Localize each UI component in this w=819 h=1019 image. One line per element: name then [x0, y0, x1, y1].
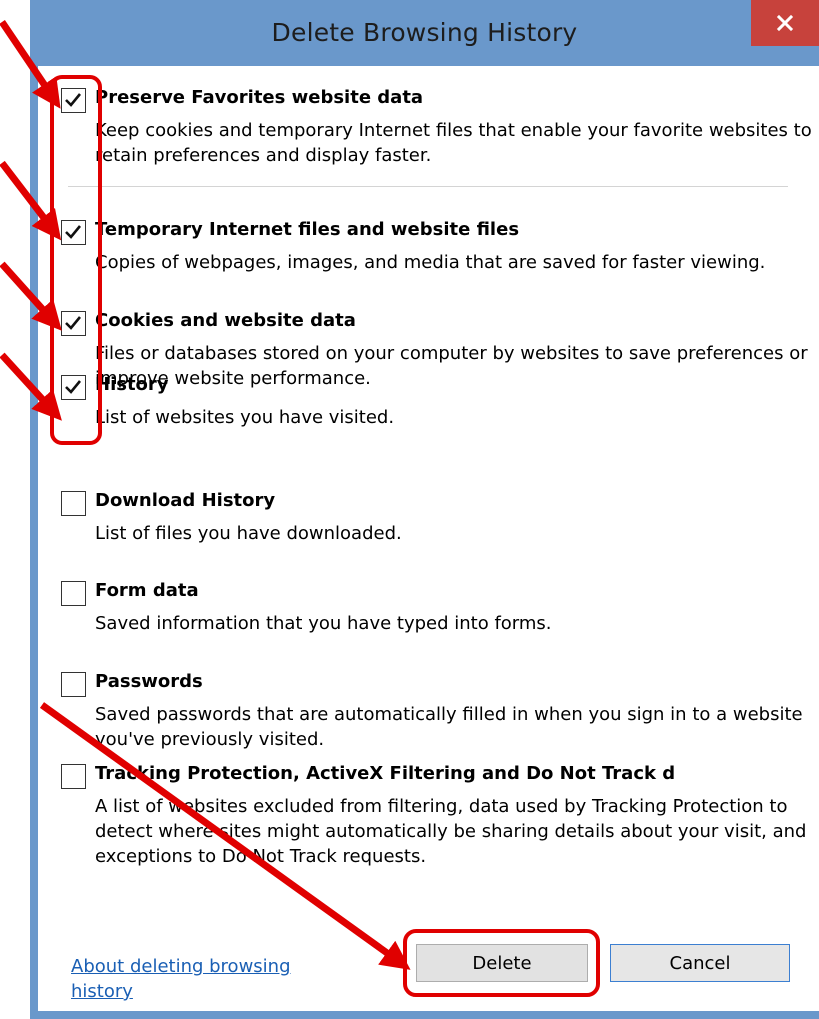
option-title: History	[95, 374, 169, 395]
option-title: Tracking Protection, ActiveX Filtering a…	[95, 763, 676, 784]
checkbox-history[interactable]	[61, 375, 86, 400]
option-title: Preserve Favorites website data	[95, 87, 424, 108]
checkmark-icon	[65, 93, 82, 107]
checkbox-form-data[interactable]	[61, 581, 86, 606]
separator	[68, 186, 788, 187]
title-bar: Delete Browsing History	[30, 0, 819, 66]
about-deleting-link[interactable]: About deleting browsing history	[71, 954, 331, 1004]
checkmark-icon	[65, 380, 82, 394]
checkbox-preserve-favorites[interactable]	[61, 88, 86, 113]
dialog-title: Delete Browsing History	[271, 18, 578, 47]
checkbox-cookies[interactable]	[61, 311, 86, 336]
option-title: Temporary Internet files and website fil…	[95, 219, 520, 240]
option-description: Saved passwords that are automatically f…	[95, 704, 803, 750]
checkmark-icon	[65, 225, 82, 239]
checkbox-temporary-files[interactable]	[61, 220, 86, 245]
checkbox-download-history[interactable]	[61, 491, 86, 516]
option-title: Download History	[95, 490, 276, 511]
option-description: List of files you have downloaded.	[95, 523, 402, 544]
checkbox-passwords[interactable]	[61, 672, 86, 697]
close-icon	[776, 14, 794, 32]
delete-button[interactable]: Delete	[416, 944, 588, 982]
option-description: Saved information that you have typed in…	[95, 613, 552, 634]
cancel-button[interactable]: Cancel	[610, 944, 790, 982]
checkbox-tracking-protection[interactable]	[61, 764, 86, 789]
option-title: Form data	[95, 580, 199, 601]
option-description: Files or databases stored on your comput…	[95, 343, 808, 389]
close-button[interactable]	[751, 0, 819, 46]
option-description: Copies of webpages, images, and media th…	[95, 252, 766, 273]
option-title: Passwords	[95, 671, 203, 692]
option-description: A list of websites excluded from filteri…	[95, 796, 807, 867]
checkmark-icon	[65, 316, 82, 330]
dialog-content: Preserve Favorites website data Keep coo…	[38, 66, 819, 1011]
delete-browsing-history-dialog: Delete Browsing History Preserve Favorit…	[30, 0, 819, 1019]
option-title: Cookies and website data	[95, 310, 356, 331]
option-description: List of websites you have visited.	[95, 407, 395, 428]
option-description: Keep cookies and temporary Internet file…	[95, 120, 812, 166]
